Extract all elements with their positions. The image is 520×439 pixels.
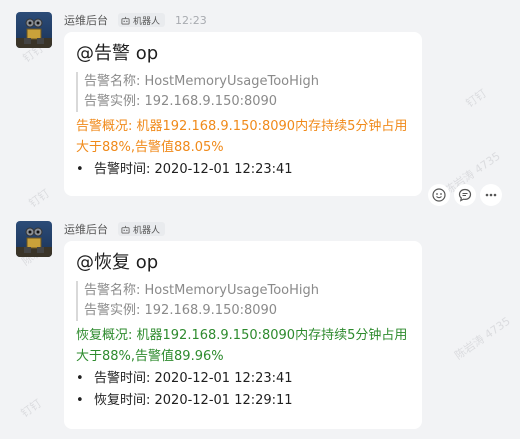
alert-details-quote: 告警名称: HostMemoryUsageTooHigh 告警实例: 192.1…	[76, 281, 410, 321]
watermark: 钉钉	[463, 86, 490, 111]
more-icon	[485, 193, 497, 197]
bullet-list: • 告警时间: 2020-12-01 12:23:41	[76, 159, 410, 181]
message-bubble[interactable]: @告警 op 告警名称: HostMemoryUsageTooHigh 告警实例…	[64, 32, 422, 196]
message-title: @恢复 op	[76, 252, 159, 273]
emoji-reaction-button[interactable]	[428, 184, 450, 206]
robot-icon	[121, 16, 130, 25]
list-item: • 告警时间: 2020-12-01 12:23:41	[76, 368, 410, 390]
watermark: 钉钉	[18, 396, 45, 421]
avatar[interactable]	[16, 12, 52, 48]
alert-name: 告警名称: HostMemoryUsageTooHigh	[84, 283, 320, 298]
robot-badge: 机器人	[118, 222, 166, 236]
alert-details-quote: 告警名称: HostMemoryUsageTooHigh 告警实例: 192.1…	[76, 72, 410, 112]
robot-badge-label: 机器人	[133, 16, 161, 27]
message-actions	[428, 184, 502, 206]
emoji-icon	[432, 188, 446, 202]
robot-icon	[121, 225, 130, 234]
recovery-time: 恢复时间: 2020-12-01 12:29:11	[94, 393, 293, 408]
message-time: 12:23	[175, 13, 207, 27]
bullet-list: • 告警时间: 2020-12-01 12:23:41 • 恢复时间: 2020-1…	[76, 368, 410, 412]
message-title: @告警 op	[76, 43, 159, 64]
sender-name[interactable]: 运维后台	[64, 221, 108, 237]
watermark: 钉钉	[26, 186, 53, 211]
more-button[interactable]	[480, 184, 502, 206]
alert-summary: 告警概况: 机器192.168.9.150:8090内存持续5分钟占用大于88%…	[76, 119, 408, 155]
alert-time: 告警时间: 2020-12-01 12:23:41	[94, 162, 293, 177]
alert-instance: 告警实例: 192.168.9.150:8090	[84, 94, 278, 109]
message-bubble[interactable]: @恢复 op 告警名称: HostMemoryUsageTooHigh 告警实例…	[64, 241, 422, 429]
avatar[interactable]	[16, 221, 52, 257]
alert-name: 告警名称: HostMemoryUsageTooHigh	[84, 74, 320, 89]
recovery-summary: 恢复概况: 机器192.168.9.150:8090内存持续5分钟占用大于88%…	[76, 328, 408, 364]
watermark: 陈岩涛 4735	[452, 314, 513, 363]
alert-instance: 告警实例: 192.168.9.150:8090	[84, 303, 278, 318]
alert-time: 告警时间: 2020-12-01 12:23:41	[94, 371, 293, 386]
list-item: • 恢复时间: 2020-12-01 12:29:11	[76, 390, 410, 412]
reply-button[interactable]	[454, 184, 476, 206]
sender-name[interactable]: 运维后台	[64, 12, 108, 28]
list-item: • 告警时间: 2020-12-01 12:23:41	[76, 159, 410, 181]
robot-badge: 机器人	[118, 13, 166, 27]
robot-badge-label: 机器人	[133, 225, 161, 236]
comment-icon	[458, 188, 472, 202]
